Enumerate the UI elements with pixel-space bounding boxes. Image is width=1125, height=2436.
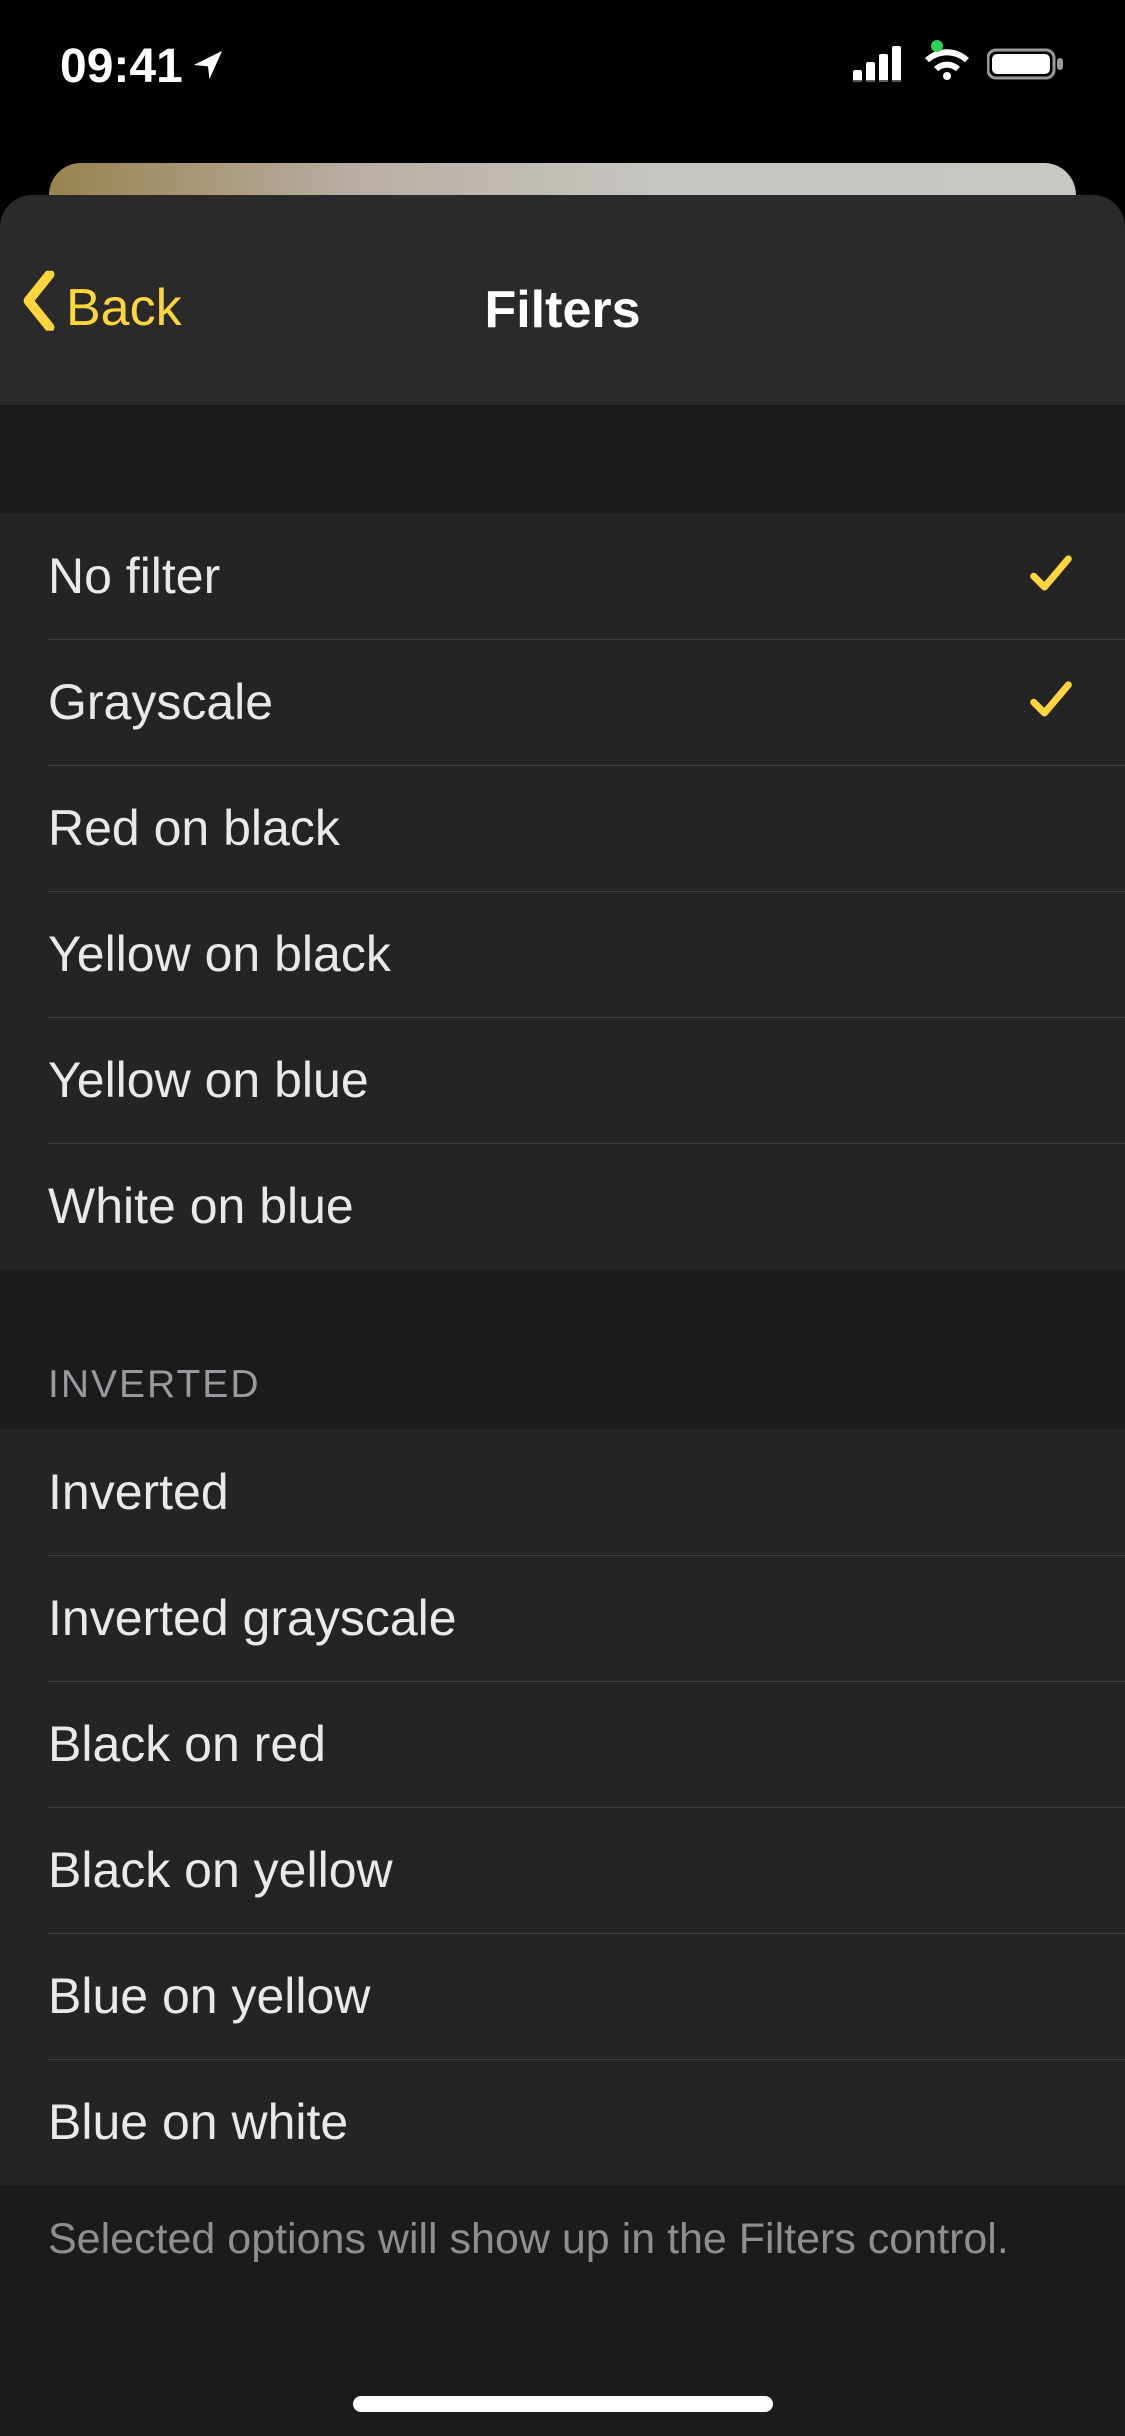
filter-row-blue-on-yellow[interactable]: Blue on yellow — [0, 1933, 1125, 2059]
filter-row-white-on-blue[interactable]: White on blue — [0, 1143, 1125, 1269]
wifi-icon — [923, 46, 971, 87]
content-scroll[interactable]: No filter Grayscale Red on black Yellow … — [0, 405, 1125, 2436]
row-label: Blue on white — [48, 2093, 348, 2151]
status-time: 09:41 — [60, 39, 183, 94]
status-bar: 09:41 — [0, 0, 1125, 132]
row-label: Inverted — [48, 1463, 229, 1521]
modal-sheet: Back Filters No filter Grayscale Red on … — [0, 195, 1125, 2436]
footer-description: Selected options will show up in the Fil… — [0, 2185, 1125, 2294]
row-label: Grayscale — [48, 673, 273, 731]
row-label: Inverted grayscale — [48, 1589, 457, 1647]
filter-row-grayscale[interactable]: Grayscale — [0, 639, 1125, 765]
filter-row-black-on-red[interactable]: Black on red — [0, 1681, 1125, 1807]
filter-row-red-on-black[interactable]: Red on black — [0, 765, 1125, 891]
checkmark-icon — [1025, 674, 1077, 731]
back-button[interactable]: Back — [18, 271, 182, 344]
filter-row-yellow-on-black[interactable]: Yellow on black — [0, 891, 1125, 1017]
navigation-bar: Back Filters — [0, 195, 1125, 405]
row-label: Yellow on blue — [48, 1051, 369, 1109]
filter-row-no-filter[interactable]: No filter — [0, 513, 1125, 639]
row-label: No filter — [48, 547, 220, 605]
row-label: Red on black — [48, 799, 340, 857]
filter-row-yellow-on-blue[interactable]: Yellow on blue — [0, 1017, 1125, 1143]
filter-row-blue-on-white[interactable]: Blue on white — [0, 2059, 1125, 2185]
row-label: Yellow on black — [48, 925, 391, 983]
back-label: Back — [66, 277, 182, 337]
section-header-inverted: INVERTED — [0, 1269, 1125, 1429]
status-time-group: 09:41 — [60, 39, 225, 94]
status-right-icons — [853, 46, 1065, 87]
location-arrow-icon — [191, 39, 225, 94]
checkmark-icon — [1025, 548, 1077, 605]
home-indicator[interactable] — [353, 2396, 773, 2412]
row-label: Black on yellow — [48, 1841, 393, 1899]
row-label: Blue on yellow — [48, 1967, 370, 2025]
cellular-signal-icon — [853, 46, 907, 87]
camera-indicator-dot — [931, 40, 943, 52]
filter-row-inverted-grayscale[interactable]: Inverted grayscale — [0, 1555, 1125, 1681]
filter-row-inverted[interactable]: Inverted — [0, 1429, 1125, 1555]
chevron-left-icon — [18, 271, 66, 344]
row-label: White on blue — [48, 1177, 354, 1235]
battery-icon — [987, 46, 1065, 87]
row-label: Black on red — [48, 1715, 326, 1773]
section-gap — [0, 405, 1125, 513]
filter-row-black-on-yellow[interactable]: Black on yellow — [0, 1807, 1125, 1933]
